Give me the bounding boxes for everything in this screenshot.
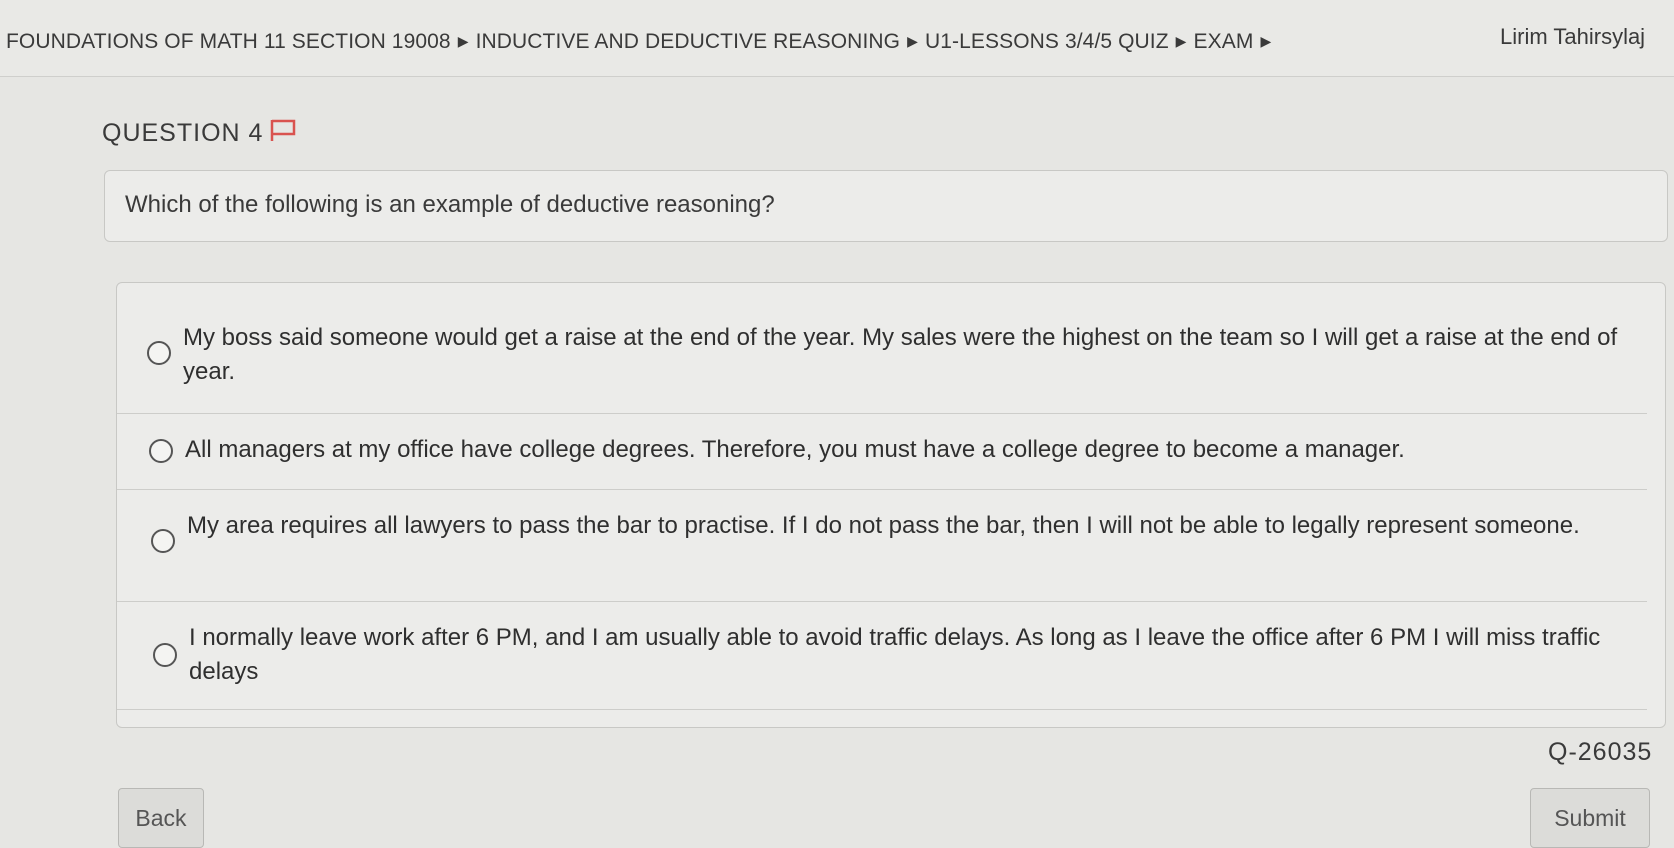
answer-option-1[interactable]: My boss said someone would get a raise a… (117, 283, 1647, 414)
submit-button[interactable]: Submit (1530, 788, 1650, 848)
triangle-right-icon: ▶ (1175, 33, 1187, 49)
radio-empty-icon[interactable] (149, 439, 173, 463)
answer-option-3[interactable]: My area requires all lawyers to pass the… (117, 489, 1647, 602)
breadcrumb-unit[interactable]: INDUCTIVE AND DEDUCTIVE REASONING (476, 30, 901, 53)
radio-empty-icon[interactable] (147, 341, 171, 365)
triangle-right-icon: ▶ (457, 33, 469, 49)
triangle-right-icon: ▶ (1260, 33, 1272, 49)
breadcrumb-quiz[interactable]: U1-LESSONS 3/4/5 QUIZ (925, 30, 1169, 53)
answer-option-text: My boss said someone would get a raise a… (183, 324, 1618, 385)
answer-option-4[interactable]: I normally leave work after 6 PM, and I … (117, 601, 1647, 710)
user-name[interactable]: Lirim Tahirsylaj (1500, 24, 1645, 50)
question-number: QUESTION 4 (102, 119, 264, 147)
answer-option-text: I normally leave work after 6 PM, and I … (189, 624, 1601, 685)
radio-empty-icon[interactable] (151, 529, 175, 553)
triangle-right-icon: ▶ (907, 33, 918, 49)
question-title: QUESTION 4 (102, 118, 297, 149)
answer-option-text: My area requires all lawyers to pass the… (187, 512, 1580, 539)
breadcrumb-course[interactable]: FOUNDATIONS OF MATH 11 SECTION 19008 (6, 30, 451, 53)
answer-options: My boss said someone would get a raise a… (116, 282, 1666, 728)
question-id: Q-26035 (1548, 738, 1653, 766)
answer-option-text: All managers at my office have college d… (185, 436, 1405, 463)
question-prompt-box: Which of the following is an example of … (104, 170, 1668, 242)
back-button[interactable]: Back (118, 788, 204, 848)
answer-option-2[interactable]: All managers at my office have college d… (117, 413, 1647, 490)
radio-empty-icon[interactable] (153, 643, 177, 667)
flag-icon[interactable] (269, 118, 297, 149)
top-bar: FOUNDATIONS OF MATH 11 SECTION 19008 ▶ IND… (0, 0, 1674, 77)
question-prompt: Which of the following is an example of … (125, 191, 775, 218)
breadcrumb: FOUNDATIONS OF MATH 11 SECTION 19008 ▶ IND… (6, 30, 1278, 54)
breadcrumb-exam[interactable]: EXAM (1194, 30, 1254, 53)
